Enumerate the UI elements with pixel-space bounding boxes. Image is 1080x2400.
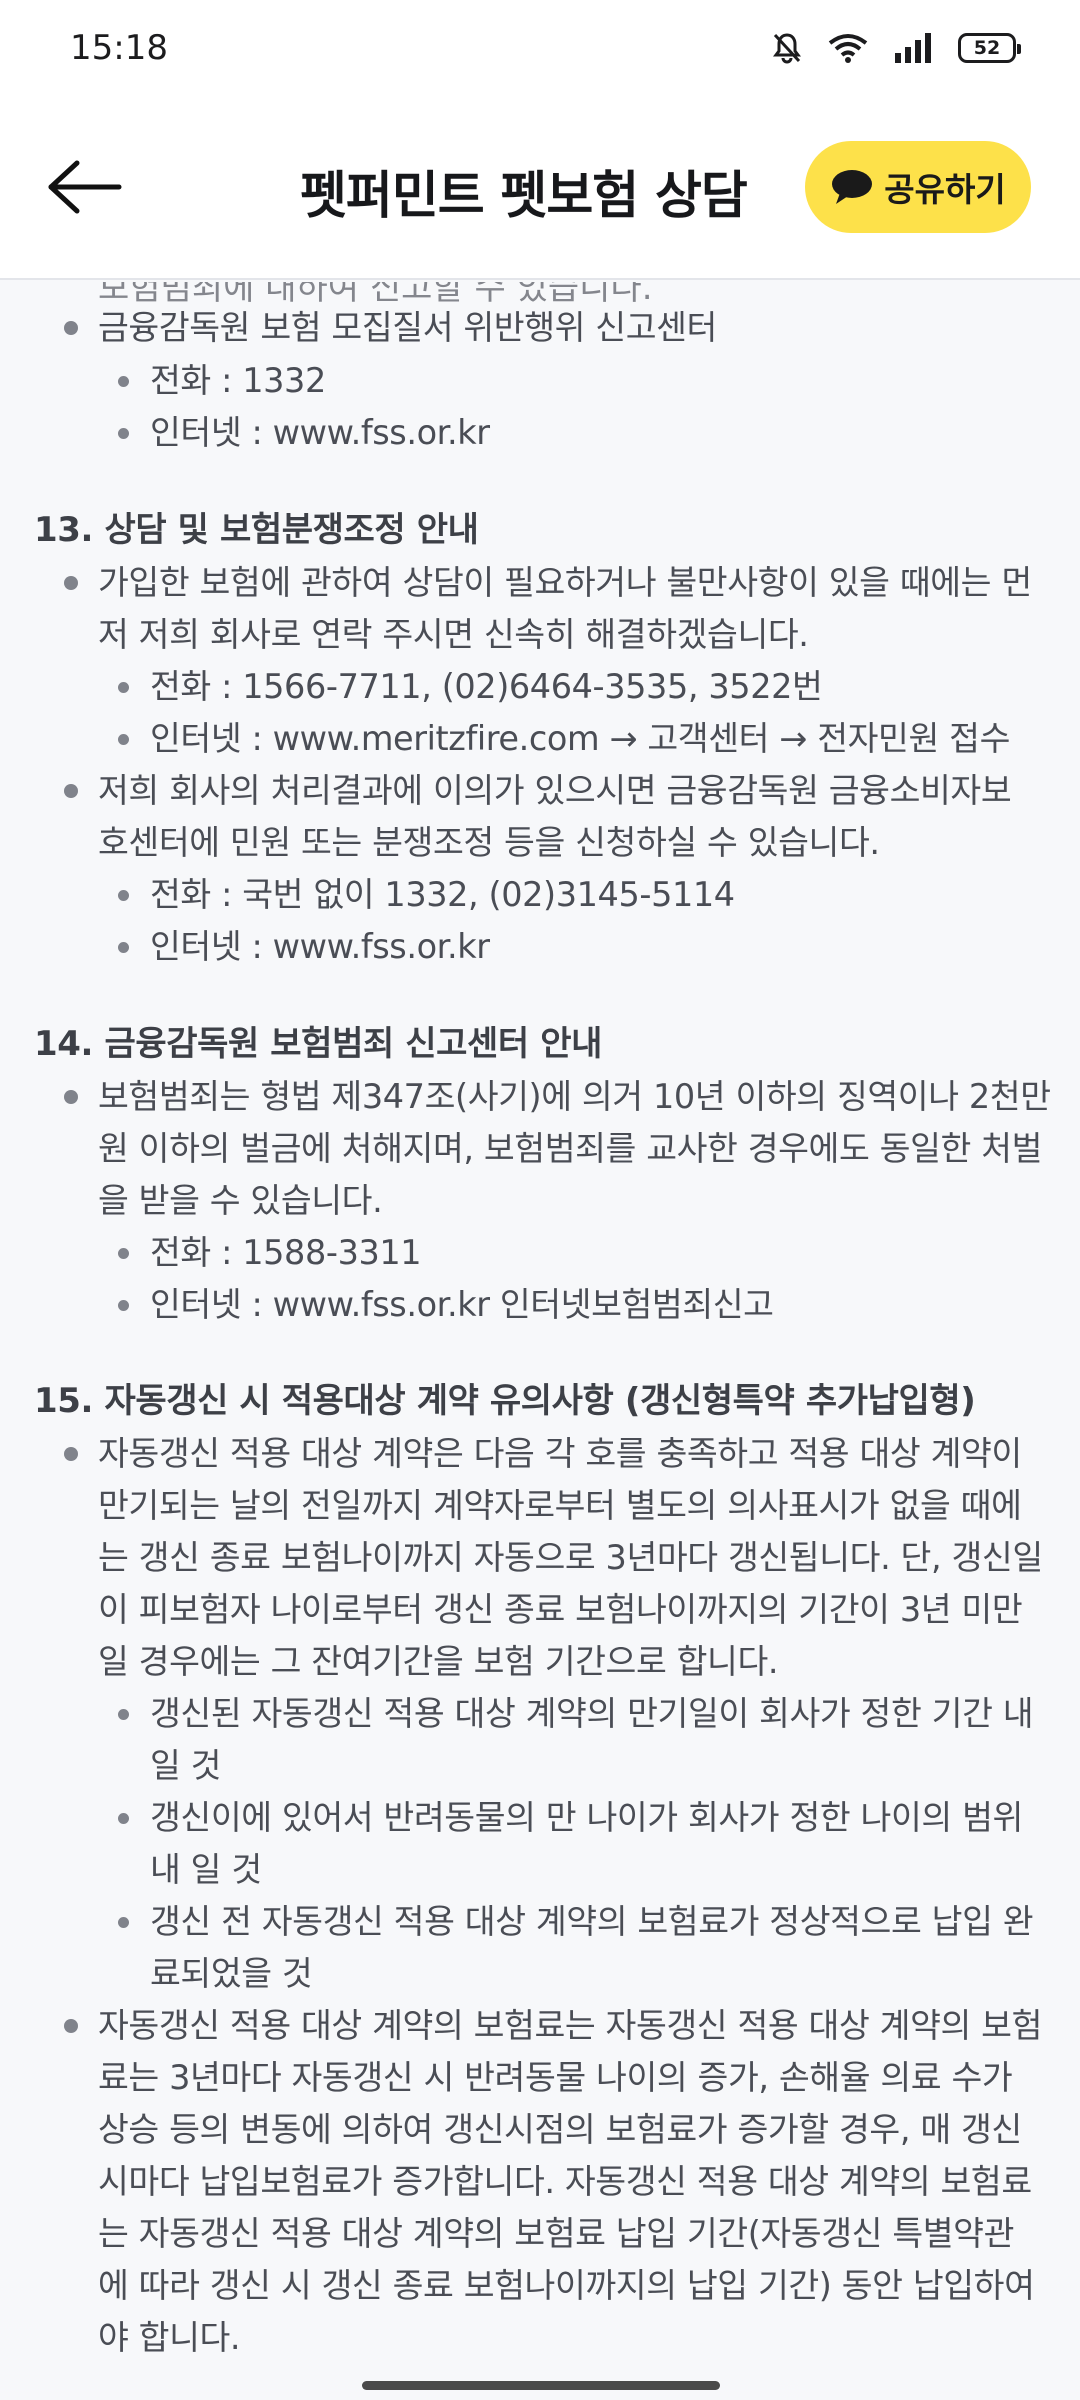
sub-list-item: 갱신된 자동갱신 적용 대상 계약의 만기일이 회사가 정한 기간 내 xyxy=(150,1694,1034,1733)
bullet-dot xyxy=(118,890,129,901)
bullet-dot xyxy=(118,682,129,693)
bullet-dot xyxy=(118,734,129,745)
list-item-cont: 원 이하의 벌금에 처해지며, 보험범죄를 교사한 경우에도 동일한 처벌 xyxy=(98,1129,1042,1168)
bullet-dot xyxy=(64,576,78,590)
home-indicator[interactable] xyxy=(362,2381,720,2390)
bullet-dot xyxy=(118,942,129,953)
list-item-web: 인터넷 : www.fss.or.kr xyxy=(150,413,490,452)
list-item: 금융감독원 보험 모집질서 위반행위 신고센터 xyxy=(98,308,717,347)
battery-icon: 52 xyxy=(958,33,1021,63)
list-item-web: 인터넷 : www.fss.or.kr 인터넷보험범죄신고 xyxy=(150,1285,774,1324)
wifi-icon xyxy=(828,33,868,63)
terms-content[interactable]: 보험범죄에 대하여 신고할 수 있습니다. 금융감독원 보험 모집질서 위반행위… xyxy=(0,282,1080,2352)
section-heading: 15. 자동갱신 시 적용대상 계약 유의사항 (갱신형특약 추가납입형) xyxy=(34,1381,976,1421)
list-item-cont: 만기되는 날의 전일까지 계약자로부터 별도의 의사표시가 없을 때에 xyxy=(98,1486,1022,1525)
status-time: 15:18 xyxy=(70,28,168,68)
list-item-phone: 전화 : 1566-7711, (02)6464-3535, 3522번 xyxy=(150,667,823,706)
list-item: 자동갱신 적용 대상 계약의 보험료는 자동갱신 적용 대상 계약의 보험 xyxy=(98,2006,1042,2045)
list-item-web: 인터넷 : www.meritzfire.com → 고객센터 → 전자민원 접… xyxy=(150,719,1010,758)
signal-icon xyxy=(894,33,932,63)
status-bar: 15:18 52 xyxy=(0,0,1080,96)
bullet-dot xyxy=(64,321,78,335)
chat-bubble-icon xyxy=(832,170,873,204)
list-item-phone: 전화 : 1332 xyxy=(150,361,326,400)
list-item: 저희 회사의 처리결과에 이의가 있으시면 금융감독원 금융소비자보 xyxy=(98,771,1012,810)
arrow-left-icon xyxy=(48,160,122,214)
sub-list-item-cont: 료되었을 것 xyxy=(150,1954,313,1993)
list-item-cont: 을 받을 수 있습니다. xyxy=(98,1181,383,1220)
share-label: 공유하기 xyxy=(884,170,1006,209)
sub-list-item: 갱신 전 자동갱신 적용 대상 계약의 보험료가 정상적으로 납입 완 xyxy=(150,1902,1034,1941)
bullet-dot xyxy=(118,1917,129,1928)
bullet-dot xyxy=(118,376,129,387)
bullet-dot xyxy=(118,1709,129,1720)
status-icons: 52 xyxy=(772,32,1021,64)
bullet-dot xyxy=(64,1447,78,1461)
list-item-phone: 전화 : 1588-3311 xyxy=(150,1233,422,1272)
sub-list-item-cont: 내 일 것 xyxy=(150,1850,262,1889)
page-title: 펫퍼민트 펫보험 상담 xyxy=(300,167,748,226)
bullet-dot xyxy=(118,428,129,439)
mute-bell-icon xyxy=(772,32,802,64)
list-item-cont: 일 경우에는 그 잔여기간을 보험 기간으로 합니다. xyxy=(98,1642,779,1681)
list-item-web: 인터넷 : www.fss.or.kr xyxy=(150,927,490,966)
list-item: 가입한 보험에 관하여 상담이 필요하거나 불만사항이 있을 때에는 먼 xyxy=(98,563,1032,602)
list-item: 자동갱신 적용 대상 계약은 다음 각 호를 충족하고 적용 대상 계약이 xyxy=(98,1434,1022,1473)
list-item-cont: 시마다 납입보험료가 증가합니다. 자동갱신 적용 대상 계약의 보험료 xyxy=(98,2162,1032,2201)
back-button[interactable] xyxy=(40,142,130,232)
section-heading: 13. 상담 및 보험분쟁조정 안내 xyxy=(34,510,479,550)
bullet-dot xyxy=(64,2019,78,2033)
list-item-cont: 호센터에 민원 또는 분쟁조정 등을 신청하실 수 있습니다. xyxy=(98,823,880,862)
list-item-cont: 는 갱신 종료 보험나이까지 자동으로 3년마다 갱신됩니다. 단, 갱신일 xyxy=(98,1538,1043,1577)
share-button[interactable]: 공유하기 xyxy=(805,141,1031,233)
bullet-dot xyxy=(118,1300,129,1311)
sub-list-item-cont: 일 것 xyxy=(150,1746,222,1785)
list-item-cont: 에 따라 갱신 시 갱신 종료 보험나이까지의 납입 기간) 동안 납입하여 xyxy=(98,2266,1035,2305)
list-item-phone: 전화 : 국번 없이 1332, (02)3145-5114 xyxy=(150,875,735,914)
app-header: 펫퍼민트 펫보험 상담 공유하기 xyxy=(0,96,1080,280)
sub-list-item: 갱신이에 있어서 반려동물의 만 나이가 회사가 정한 나이의 범위 xyxy=(150,1798,1023,1837)
list-item-cont: 저 저희 회사로 연락 주시면 신속히 해결하겠습니다. xyxy=(98,615,809,654)
list-item-cont: 는 자동갱신 적용 대상 계약의 보험료 납입 기간(자동갱신 특별약관 xyxy=(98,2214,1014,2253)
bullet-dot xyxy=(64,1090,78,1104)
list-item-cont: 이 피보험자 나이로부터 갱신 종료 보험나이까지의 기간이 3년 미만 xyxy=(98,1590,1023,1629)
list-item: 보험범죄는 형법 제347조(사기)에 의거 10년 이하의 징역이나 2천만 xyxy=(98,1077,1051,1116)
bullet-dot xyxy=(118,1813,129,1824)
bullet-dot xyxy=(64,784,78,798)
bullet-dot xyxy=(118,1248,129,1259)
section-heading: 14. 금융감독원 보험범죄 신고센터 안내 xyxy=(34,1024,602,1064)
list-item-cont: 료는 3년마다 자동갱신 시 반려동물 나이의 증가, 손해율 의료 수가 xyxy=(98,2058,1013,2097)
list-item-cont: 상승 등의 변동에 의하여 갱신시점의 보험료가 증가할 경우, 매 갱신 xyxy=(98,2110,1022,2149)
list-item-cont: 야 합니다. xyxy=(98,2318,241,2352)
